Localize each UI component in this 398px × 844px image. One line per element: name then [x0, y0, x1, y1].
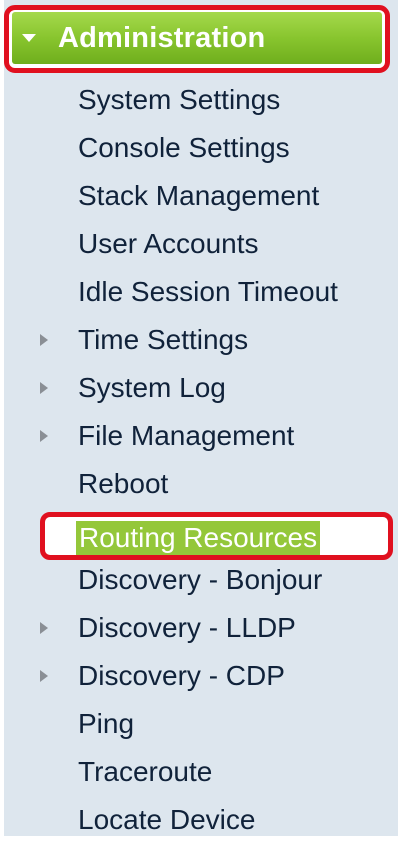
nav-item-system-log[interactable]: System Log [0, 364, 398, 412]
nav-item-label: Time Settings [78, 324, 249, 355]
nav-section-label: Administration [58, 21, 266, 54]
nav-item-traceroute[interactable]: Traceroute [0, 748, 398, 796]
nav-item-routing-resources[interactable]: Routing Resources [0, 508, 398, 560]
nav-item-label: File Management [78, 420, 295, 451]
nav-item-discovery-lldp[interactable]: Discovery - LLDP [0, 604, 398, 652]
nav-item-console-settings[interactable]: Console Settings [0, 124, 398, 172]
nav-item-label: System Settings [78, 84, 281, 115]
nav-item-user-accounts[interactable]: User Accounts [0, 220, 398, 268]
expand-arrow-icon[interactable] [40, 622, 48, 634]
nav-item-label: System Log [78, 372, 226, 403]
expand-arrow-icon[interactable] [40, 382, 48, 394]
nav-item-label-selected: Routing Resources [76, 521, 321, 555]
nav-item-label: Reboot [78, 468, 169, 499]
nav-item-locate-device[interactable]: Locate Device [0, 796, 398, 844]
nav-item-idle-session-timeout[interactable]: Idle Session Timeout [0, 268, 398, 316]
nav-item-time-settings[interactable]: Time Settings [0, 316, 398, 364]
nav-item-label: User Accounts [78, 228, 259, 259]
expand-arrow-icon[interactable] [40, 670, 48, 682]
nav-item-file-management[interactable]: File Management [0, 412, 398, 460]
nav-item-label: Discovery - CDP [78, 660, 285, 691]
nav-item-label: Ping [78, 708, 135, 739]
nav-item-system-settings[interactable]: System Settings [0, 76, 398, 124]
nav-item-discovery-bonjour[interactable]: Discovery - Bonjour [0, 556, 398, 604]
nav-item-label: Console Settings [78, 132, 290, 163]
nav-item-label: Stack Management [78, 180, 320, 211]
nav-item-label: Locate Device [78, 804, 256, 835]
nav-item-label: Discovery - Bonjour [78, 564, 323, 595]
caret-down-icon [22, 34, 36, 42]
nav-item-stack-management[interactable]: Stack Management [0, 172, 398, 220]
expand-arrow-icon[interactable] [40, 334, 48, 346]
nav-item-label: Discovery - LLDP [78, 612, 296, 643]
administration-menu: System Settings Console Settings Stack M… [0, 76, 398, 844]
nav-item-label: Idle Session Timeout [78, 276, 338, 307]
nav-item-discovery-cdp[interactable]: Discovery - CDP [0, 652, 398, 700]
nav-item-label: Traceroute [78, 756, 213, 787]
nav-item-reboot[interactable]: Reboot [0, 460, 398, 508]
expand-arrow-icon[interactable] [40, 430, 48, 442]
nav-item-ping[interactable]: Ping [0, 700, 398, 748]
nav-section-administration[interactable]: Administration [12, 12, 382, 64]
